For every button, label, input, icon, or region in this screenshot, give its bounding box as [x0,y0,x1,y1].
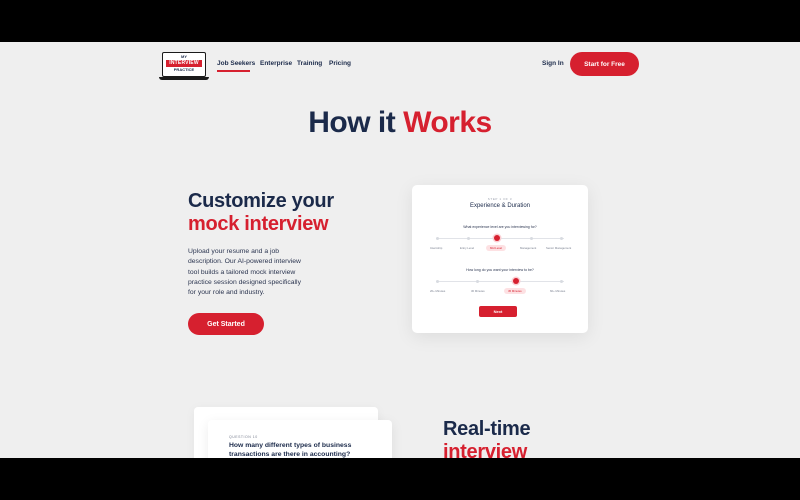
experience-slider-handle[interactable] [494,235,500,241]
nav-pricing[interactable]: Pricing [329,60,351,67]
next-button[interactable]: Next [479,306,517,317]
card-title: Experience & Duration [469,203,531,209]
sign-in-link[interactable]: Sign In [542,60,564,67]
duration-slider-track[interactable] [436,281,564,282]
slider-dot [436,280,439,283]
section-customize-body: Upload your resume and a job description… [188,248,301,297]
experience-option[interactable]: Senior Management [546,246,571,250]
experience-slider-track[interactable] [436,238,564,239]
nav-enterprise[interactable]: Enterprise [260,60,292,67]
logo-line-1: MY [181,54,187,59]
get-started-button[interactable]: Get Started [188,313,264,335]
experience-question: What experience level are you interviewi… [463,225,537,229]
nav-job-seekers[interactable]: Job Seekers [217,60,255,67]
start-for-free-button[interactable]: Start for Free [570,52,639,76]
logo-line-2: INTERVIEW [166,60,202,67]
question-text: How many different types of business tra… [229,442,352,458]
experience-option[interactable]: Entry Level [460,246,474,250]
section-customize-title: Customize your mock interview [188,190,334,236]
duration-option[interactable]: 20+ Minutes [430,289,445,293]
section-realtime-title-line1: Real-time [443,418,531,440]
experience-option-selected[interactable]: Mid Level [486,245,506,251]
duration-option[interactable]: 60+ Minutes [550,289,565,293]
duration-option[interactable]: 30 Minutes [471,289,485,293]
letterbox-top [0,0,800,42]
page-title: How it Works [0,106,800,140]
step-label: STEP 1 OF 3 [487,197,513,201]
nav-active-underline [217,70,250,72]
slider-dot [436,237,439,240]
experience-option[interactable]: Internship [430,246,442,250]
section-realtime-title-line2: interview [443,441,527,458]
duration-option-selected[interactable]: 45 Minutes [504,288,526,294]
page-viewport: MY INTERVIEW PRACTICE Job Seekers Enterp… [0,42,800,458]
slider-dot [530,237,533,240]
nav-training[interactable]: Training [297,60,322,67]
slider-dot [467,237,470,240]
slider-dot [560,280,563,283]
letterbox-bottom [0,458,800,500]
site-logo[interactable]: MY INTERVIEW PRACTICE [159,52,209,80]
duration-question: How long do you want your interview to b… [466,268,534,272]
question-card: QUESTION 10 How many different types of … [208,420,392,458]
section-customize-title-line1: Customize your [188,190,334,212]
experience-duration-card: STEP 1 OF 3 Experience & Duration What e… [412,185,588,333]
section-realtime-title: Real-time interview [443,418,531,458]
slider-dot [560,237,563,240]
slider-dot [476,280,479,283]
page-title-main: How it [308,106,404,139]
page-title-accent: Works [403,106,492,139]
section-customize-title-line2: mock interview [188,213,329,235]
experience-option[interactable]: Management [520,246,536,250]
duration-slider-handle[interactable] [513,278,519,284]
logo-line-3: PRACTICE [173,67,195,72]
question-number-label: QUESTION 10 [229,435,258,439]
